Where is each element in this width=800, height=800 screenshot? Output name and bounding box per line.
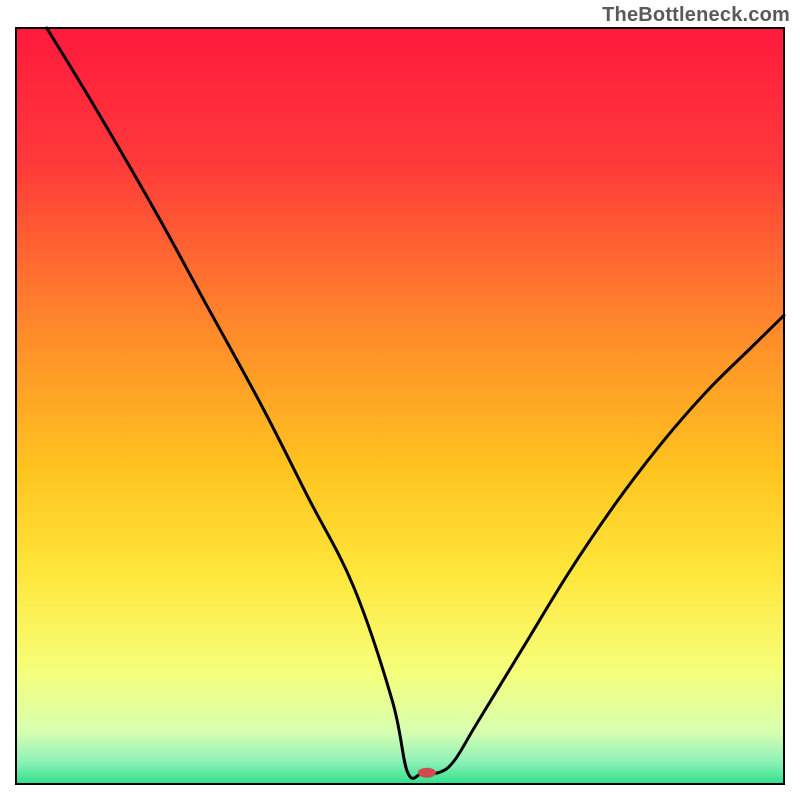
optimum-marker bbox=[418, 768, 436, 778]
chart-container: TheBottleneck.com bbox=[0, 0, 800, 800]
plot-background bbox=[16, 28, 784, 784]
bottleneck-chart bbox=[0, 0, 800, 800]
watermark-text: TheBottleneck.com bbox=[602, 4, 790, 27]
